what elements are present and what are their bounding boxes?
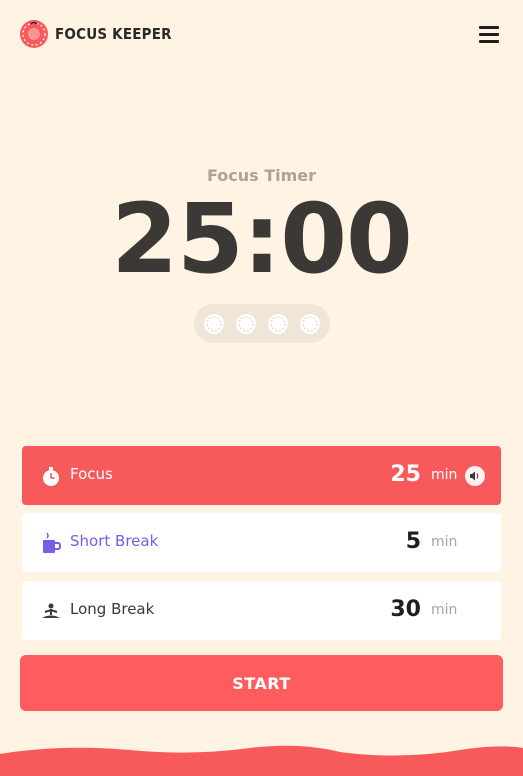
coffee-mug-icon: [43, 532, 62, 553]
focus-label: Focus: [70, 465, 113, 483]
tomato-icon: [20, 20, 48, 48]
brand-name: FOCUS KEEPER: [55, 25, 172, 43]
app-header: FOCUS KEEPER: [0, 0, 523, 72]
long-break-unit: min: [431, 602, 458, 618]
meditation-icon: [42, 603, 60, 618]
session-indicator-icon: [268, 313, 288, 334]
session-indicator-icon: [300, 313, 320, 334]
long-break-label: Long Break: [70, 600, 155, 618]
start-button[interactable]: START: [20, 655, 503, 711]
long-break-duration-row[interactable]: Long Break 30 min: [22, 581, 501, 640]
timer-countdown: 25:00: [111, 183, 413, 295]
short-break-label: Short Break: [70, 532, 159, 550]
focus-minutes-value[interactable]: 25: [390, 462, 421, 487]
speaker-icon[interactable]: [465, 466, 485, 486]
session-indicator-icon: [204, 313, 224, 334]
session-progress: [194, 304, 330, 343]
hamburger-menu-icon[interactable]: [479, 26, 499, 46]
timer-display: Focus Timer 25:00: [0, 166, 523, 287]
session-indicator-icon: [236, 313, 256, 334]
short-break-minutes-value[interactable]: 5: [406, 529, 421, 554]
short-break-duration-row[interactable]: Short Break 5 min: [22, 513, 501, 572]
focus-unit: min: [431, 467, 458, 483]
brand-logo[interactable]: FOCUS KEEPER: [19, 19, 172, 49]
footer-wave: [0, 745, 523, 776]
stopwatch-icon: [43, 467, 59, 486]
focus-duration-row[interactable]: Focus 25 min: [22, 446, 501, 505]
long-break-minutes-value[interactable]: 30: [390, 597, 421, 622]
short-break-unit: min: [431, 534, 458, 550]
